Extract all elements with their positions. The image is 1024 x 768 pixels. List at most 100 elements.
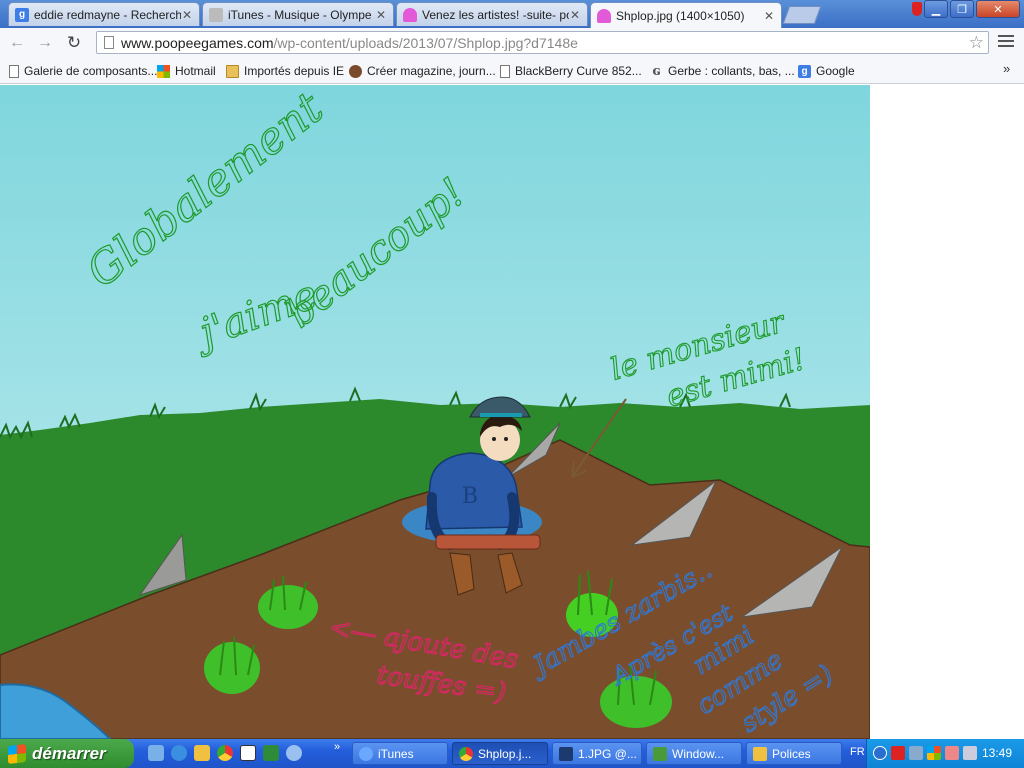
- word-icon[interactable]: [240, 745, 256, 761]
- window-close-button[interactable]: ✕: [976, 0, 1020, 18]
- bookmark-label: Créer magazine, journ...: [367, 64, 496, 78]
- windows-logo-icon: [8, 743, 26, 764]
- quicklaunch-globe-icon[interactable]: [286, 745, 302, 761]
- tab-title: Shplop.jpg (1400×1050): [616, 8, 745, 23]
- gerbe-icon: ɢ: [652, 63, 661, 79]
- grass-tuft: [204, 642, 260, 694]
- grass-tuft: [258, 585, 318, 629]
- clock[interactable]: 13:49: [982, 746, 1012, 760]
- page-icon: [9, 64, 19, 78]
- tab-google-search[interactable]: g eddie redmayne - Recherche ✕: [8, 2, 200, 26]
- windows-taskbar: démarrer » iTunes Shplop.j... 1.JPG @...…: [0, 739, 1024, 768]
- tab-title: iTunes - Musique - Olympe: [228, 7, 372, 22]
- folder-icon: [226, 64, 239, 78]
- forward-arrow-icon[interactable]: →: [34, 32, 56, 54]
- profile-shield-icon[interactable]: [912, 2, 922, 16]
- photoshop-icon: [559, 746, 573, 761]
- close-icon[interactable]: ✕: [569, 8, 581, 22]
- quicklaunch-desktop-icon[interactable]: [148, 745, 164, 761]
- bookmark-label: Google: [816, 64, 855, 78]
- task-label: 1.JPG @...: [578, 746, 637, 761]
- task-polices[interactable]: Polices: [746, 742, 842, 765]
- google-g-icon: g: [15, 7, 29, 22]
- close-icon[interactable]: ✕: [375, 8, 387, 22]
- bookmark-label: BlackBerry Curve 852...: [515, 64, 642, 78]
- task-label: Window...: [672, 746, 725, 761]
- tab-strip: g eddie redmayne - Recherche ✕ iTunes - …: [0, 0, 1024, 28]
- bookmark-magazine[interactable]: Créer magazine, journ...: [349, 62, 496, 80]
- task-label: iTunes: [378, 746, 414, 761]
- task-label: Polices: [772, 746, 811, 761]
- close-icon[interactable]: ✕: [181, 8, 193, 22]
- system-tray: 13:49: [866, 739, 1024, 768]
- task-windows-live[interactable]: Window...: [646, 742, 742, 765]
- bookmark-galerie[interactable]: Galerie de composants...: [9, 62, 157, 80]
- quicklaunch-more-chevron-icon[interactable]: »: [334, 741, 340, 753]
- start-button[interactable]: démarrer: [0, 739, 134, 768]
- language-indicator[interactable]: FR: [850, 746, 865, 758]
- task-itunes[interactable]: iTunes: [352, 742, 448, 765]
- internet-explorer-icon[interactable]: [171, 745, 187, 761]
- new-tab-button[interactable]: [782, 6, 822, 24]
- tray-expand-chevron-icon[interactable]: [873, 746, 887, 760]
- speaker-icon[interactable]: [963, 746, 977, 760]
- tab-shplop[interactable]: Shplop.jpg (1400×1050) ✕: [590, 2, 782, 28]
- minimize-button[interactable]: ▁: [924, 0, 948, 18]
- task-photoshop[interactable]: 1.JPG @...: [552, 742, 642, 765]
- menu-icon[interactable]: [998, 35, 1014, 50]
- tab-title: eddie redmayne - Recherche: [34, 7, 181, 22]
- bookmark-gerbe[interactable]: ɢ Gerbe : collants, bas, ...: [650, 62, 795, 80]
- quicklaunch-folder-icon[interactable]: [194, 745, 210, 761]
- man-basket: [435, 534, 541, 550]
- bookmark-google[interactable]: g Google: [798, 62, 855, 80]
- magazine-icon: [349, 64, 362, 78]
- url-text[interactable]: www.poopeegames.com/wp-content/uploads/2…: [121, 35, 578, 51]
- man-hat-band: [480, 413, 522, 417]
- man-eye: [504, 437, 508, 441]
- tab-itunes[interactable]: iTunes - Musique - Olympe ✕: [202, 2, 394, 26]
- pink-cake-icon: [403, 7, 417, 22]
- shplop-painting[interactable]: B Globalement j'aime beaucoup! le monsie…: [0, 85, 870, 739]
- microsoft-icon: [157, 64, 170, 78]
- tab-artistes[interactable]: Venez les artistes! -suite- po ✕: [396, 2, 588, 26]
- windows-flag-icon[interactable]: [927, 746, 941, 760]
- back-arrow-icon[interactable]: ←: [6, 32, 28, 54]
- google-g-icon: g: [798, 64, 811, 78]
- apple-icon: [209, 7, 223, 22]
- man-eye: [492, 437, 496, 441]
- messenger-icon[interactable]: [945, 746, 959, 760]
- more-bookmarks-chevron-icon[interactable]: »: [1003, 61, 1010, 76]
- bookmark-label: Hotmail: [175, 64, 216, 78]
- itunes-icon: [359, 746, 373, 761]
- address-bar[interactable]: www.poopeegames.com/wp-content/uploads/2…: [96, 31, 989, 54]
- bookmark-star-icon[interactable]: ☆: [969, 33, 984, 53]
- start-label: démarrer: [32, 743, 106, 763]
- page-icon: [500, 64, 510, 78]
- windows-live-icon: [653, 746, 667, 761]
- task-chrome-shplop[interactable]: Shplop.j...: [452, 742, 548, 765]
- network-icon[interactable]: [909, 746, 923, 760]
- close-icon[interactable]: ✕: [763, 9, 775, 23]
- bookmark-blackberry[interactable]: BlackBerry Curve 852...: [500, 62, 642, 80]
- bookmark-label: Galerie de composants...: [24, 64, 158, 78]
- excel-icon[interactable]: [263, 745, 279, 761]
- bookmark-label: Gerbe : collants, bas, ...: [668, 64, 795, 78]
- pink-cake-icon: [597, 8, 611, 23]
- bookmark-folder-ie[interactable]: Importés depuis IE: [226, 62, 344, 80]
- chrome-icon[interactable]: [217, 745, 233, 761]
- page-content: B Globalement j'aime beaucoup! le monsie…: [0, 85, 1024, 739]
- bookmark-label: Importés depuis IE: [244, 64, 345, 78]
- bookmarks-bar: Galerie de composants... Hotmail Importé…: [0, 58, 1024, 84]
- reload-icon[interactable]: ↻: [63, 32, 85, 54]
- restore-button[interactable]: ❐: [950, 0, 974, 18]
- chrome-icon: [459, 746, 473, 761]
- bookmark-hotmail[interactable]: Hotmail: [157, 62, 216, 80]
- antivirus-shield-icon[interactable]: [891, 746, 905, 760]
- grass-tuft: [600, 676, 672, 728]
- tab-title: Venez les artistes! -suite- po: [422, 7, 569, 22]
- window-controls: ▁ ❐ ✕: [922, 0, 1020, 18]
- page-icon: [104, 36, 114, 49]
- folder-icon: [753, 746, 767, 761]
- browser-toolbar: ← → ↻ www.poopeegames.com/wp-content/upl…: [0, 28, 1024, 58]
- task-label: Shplop.j...: [478, 746, 532, 761]
